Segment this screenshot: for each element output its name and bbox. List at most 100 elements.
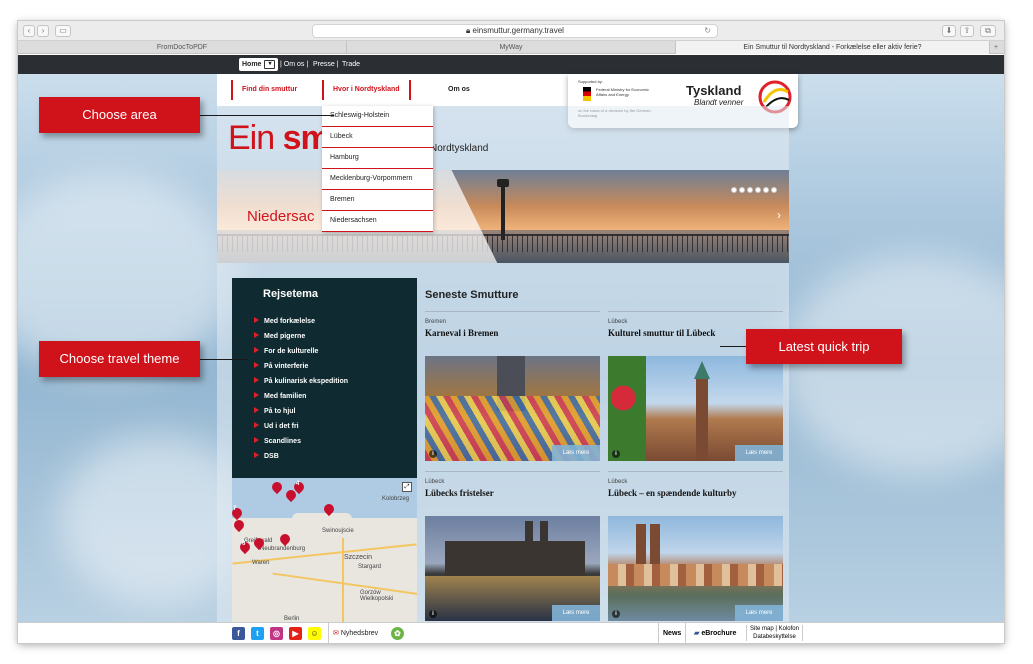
read-more-button[interactable]: Læs mere	[552, 605, 600, 621]
houses-shape	[608, 564, 783, 586]
trip-image[interactable]: i Læs mere	[425, 356, 600, 461]
trip-image[interactable]: i Læs mere	[608, 356, 783, 461]
theme-item[interactable]: Ud i det fri	[254, 422, 299, 430]
nav-hvor-i-nordtyskland[interactable]: Hvor i Nordtyskland	[322, 80, 411, 100]
trip-title[interactable]: Karneval i Bremen	[425, 328, 498, 338]
trip-image[interactable]: i Læs mere	[608, 516, 783, 621]
home-select[interactable]: Home ▾	[239, 58, 279, 71]
theme-item[interactable]: På kulinarisk ekspedition	[254, 377, 348, 385]
dropdown-item[interactable]: Mecklenburg-Vorpommern	[322, 169, 433, 190]
map-label: Kolobrzeg	[382, 496, 410, 502]
spire-shape	[694, 361, 710, 379]
read-more-button[interactable]: Læs mere	[552, 445, 600, 461]
slider-dot[interactable]	[739, 187, 745, 193]
map-pin[interactable]	[277, 531, 293, 547]
trip-title[interactable]: Lübecks fristelser	[425, 488, 494, 498]
ebrochure-link[interactable]: ▰ eBrochure	[690, 623, 740, 643]
snapchat-icon[interactable]: ☺	[308, 627, 321, 640]
theme-panel-title: Rejsetema	[263, 288, 319, 300]
callout-choose-theme: Choose travel theme	[39, 341, 200, 377]
address-bar[interactable]: 🔒︎ einsmuttur.germany.travel ↻	[312, 24, 718, 38]
theme-item[interactable]: På to hjul	[254, 407, 296, 415]
region-map[interactable]: Kolobrzeg Greifswald Swinoujscie Szczeci…	[232, 478, 417, 622]
newsletter-link[interactable]: ✉ Nyhedsbrev	[328, 623, 378, 643]
info-icon[interactable]: i	[612, 450, 620, 458]
reload-icon[interactable]: ↻	[704, 25, 711, 37]
sitemap-link[interactable]: Site map | Kolofon	[750, 625, 799, 633]
tabs-overview-icon[interactable]: ⧉	[980, 25, 996, 37]
nav-find-smuttur[interactable]: Find din smuttur	[231, 80, 306, 100]
slider-dot[interactable]	[763, 187, 769, 193]
latest-trips-title: Seneste Smutture	[425, 289, 519, 301]
triangle-right-icon	[254, 317, 259, 323]
map-land	[292, 513, 352, 525]
triangle-right-icon	[254, 362, 259, 368]
forward-icon[interactable]: ›	[37, 25, 49, 37]
theme-item[interactable]: Scandlines	[254, 437, 301, 445]
dropdown-item[interactable]: Schleswig-Holstein	[322, 106, 433, 127]
info-icon[interactable]: i	[429, 450, 437, 458]
dropdown-item[interactable]: Bremen	[322, 190, 433, 211]
trip-title[interactable]: Kulturel smuttur til Lübeck	[608, 328, 715, 338]
top-link-trade[interactable]: Trade	[342, 55, 360, 74]
instagram-icon[interactable]: ◎	[270, 627, 283, 640]
theme-item[interactable]: På vinterferie	[254, 362, 308, 370]
chevron-right-icon[interactable]: ›	[777, 208, 781, 222]
fullscreen-icon[interactable]: ⤢	[402, 482, 412, 492]
tower-shape	[636, 524, 646, 564]
sidebar-icon[interactable]: ▭	[55, 25, 71, 37]
clover-icon[interactable]: ✿	[391, 627, 404, 640]
tab-myway[interactable]: MyWay	[347, 41, 676, 54]
theme-item[interactable]: For de kulturelle	[254, 347, 318, 355]
brochure-icon: ▰	[694, 630, 700, 637]
twitter-icon[interactable]: t	[251, 627, 264, 640]
map-pin[interactable]	[232, 517, 247, 533]
tab-fromdoctopdf[interactable]: FromDocToPDF	[18, 41, 347, 54]
info-icon[interactable]: i	[429, 610, 437, 618]
dropdown-item[interactable]: Lübeck	[322, 127, 433, 148]
trip-image[interactable]: i Læs mere	[425, 516, 600, 621]
trip-title[interactable]: Lübeck – en spændende kulturby	[608, 488, 737, 498]
news-link[interactable]: News	[658, 623, 687, 643]
hero-title: Niedersac	[247, 208, 315, 225]
theme-item[interactable]: DSB	[254, 452, 279, 460]
top-link-om-os[interactable]: | Om os |	[280, 55, 308, 74]
hero-lamp	[497, 179, 509, 240]
tower-shape	[650, 524, 660, 564]
back-icon[interactable]: ‹	[23, 25, 35, 37]
tab-einsmuttur[interactable]: Ein Smuttur til Nordtyskland - Forkælels…	[676, 41, 990, 54]
top-link-presse[interactable]: Presse |	[313, 55, 339, 74]
nav-om-os[interactable]: Om os	[439, 80, 479, 100]
download-icon[interactable]: ⬇	[942, 25, 956, 37]
triangle-right-icon	[254, 407, 259, 413]
travel-theme-panel: Rejsetema Med forkælelse Med pigerne For…	[232, 278, 417, 478]
facebook-icon[interactable]: f	[232, 627, 245, 640]
page-headline: Ein sm	[228, 119, 331, 157]
triangle-right-icon	[254, 332, 259, 338]
theme-item[interactable]: Med forkælelse	[254, 317, 315, 325]
map-label: Waren	[252, 560, 270, 566]
share-icon[interactable]: ⇪	[960, 25, 974, 37]
map-road	[342, 538, 344, 622]
new-tab-icon[interactable]: +	[990, 41, 1002, 54]
privacy-link[interactable]: Databeskyttelse	[750, 633, 799, 641]
map-label: Stargard	[358, 564, 382, 570]
sitemap-links[interactable]: Site map | Kolofon Databeskyttelse	[746, 625, 803, 641]
dropdown-item[interactable]: Niedersachsen	[322, 211, 433, 232]
triangle-right-icon	[254, 437, 259, 443]
theme-item[interactable]: Med familien	[254, 392, 306, 400]
youtube-icon[interactable]: ▶	[289, 627, 302, 640]
read-more-button[interactable]: Læs mere	[735, 605, 783, 621]
theme-item[interactable]: Med pigerne	[254, 332, 305, 340]
page-headline-sub: Nordtyskland	[430, 143, 489, 154]
hero-slider[interactable]: Niedersac ›	[217, 170, 789, 263]
slider-dot[interactable]	[771, 187, 777, 193]
pin-label: 7	[233, 506, 237, 512]
dropdown-item[interactable]: Hamburg	[322, 148, 433, 169]
read-more-button[interactable]: Læs mere	[735, 445, 783, 461]
skyline-shape	[445, 541, 585, 576]
info-icon[interactable]: i	[612, 610, 620, 618]
slider-dot[interactable]	[755, 187, 761, 193]
slider-dot[interactable]	[747, 187, 753, 193]
slider-dot[interactable]	[731, 187, 737, 193]
